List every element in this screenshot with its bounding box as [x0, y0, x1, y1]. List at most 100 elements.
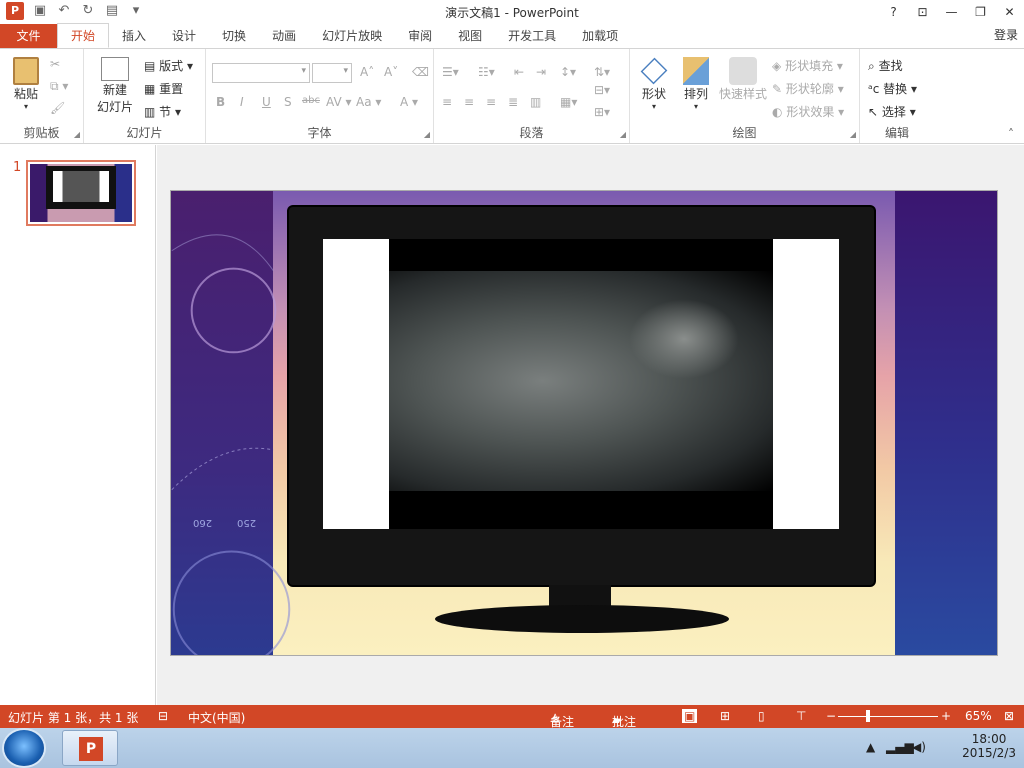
paste-button[interactable]: 粘贴 ▾ [8, 57, 44, 111]
font-name-combo[interactable] [212, 63, 310, 83]
shape-fill-button[interactable]: ◈ 形状填充 ▾ [772, 57, 843, 74]
cloud-video-frame [389, 271, 773, 491]
slide-canvas[interactable]: 260 250 [170, 190, 998, 656]
tab-file[interactable]: 文件 [0, 24, 57, 48]
tab-home[interactable]: 开始 [57, 23, 110, 48]
zoom-out-icon[interactable]: − [826, 709, 836, 723]
zoom-in-icon[interactable]: + [941, 709, 951, 723]
copy-icon[interactable]: ⧉ ▾ [50, 79, 68, 94]
slideshow-view-icon[interactable]: ⊤ [796, 709, 806, 723]
underline-button[interactable]: U [262, 95, 271, 109]
zoom-slider[interactable] [838, 716, 938, 717]
video-screen[interactable] [389, 239, 773, 529]
bold-button[interactable]: B [216, 95, 225, 109]
tray-arrow-icon[interactable]: ▲ [866, 740, 875, 754]
shrink-font-button[interactable]: A˅ [384, 65, 398, 79]
align-text-icon[interactable]: ⊟▾ [594, 83, 610, 97]
align-center-icon[interactable]: ≡ [464, 95, 474, 109]
collapse-ribbon-icon[interactable]: ˄ [1008, 127, 1014, 141]
normal-view-icon[interactable]: ▣ [682, 709, 698, 723]
shapes-icon [640, 57, 668, 85]
distributed-icon[interactable]: ▥ [530, 95, 541, 109]
tab-transitions[interactable]: 切换 [209, 24, 259, 48]
shadow-button[interactable]: S [284, 95, 292, 109]
numbering-icon[interactable]: ☷▾ [478, 65, 495, 79]
taskbar-powerpoint-button[interactable]: P [62, 730, 118, 766]
tab-slideshow[interactable]: 幻灯片放映 [309, 24, 395, 48]
reading-view-icon[interactable]: ▯ [758, 709, 765, 723]
grow-font-button[interactable]: A˄ [360, 65, 374, 79]
slide-sorter-icon[interactable]: ⊞ [720, 709, 730, 723]
new-slide-button[interactable]: 新建 幻灯片 [90, 57, 140, 115]
start-button-icon[interactable] [4, 730, 44, 766]
replace-button[interactable]: ᵃc 替换 ▾ [868, 80, 917, 97]
slide-info: 幻灯片 第 1 张，共 1 张 [8, 711, 139, 725]
tab-view[interactable]: 视图 [445, 24, 495, 48]
monitor-left-white-panel [323, 239, 389, 529]
paste-icon [13, 57, 39, 85]
editing-group-label: 编辑 [884, 126, 909, 140]
volume-icon[interactable]: ◀) [912, 740, 926, 754]
replace-icon: ᵃc [868, 82, 880, 96]
slide-thumbnail[interactable] [26, 160, 136, 226]
spell-check-icon[interactable]: ⊟ [158, 709, 168, 723]
layout-button[interactable]: ▤ 版式 ▾ [144, 57, 193, 74]
character-spacing-button[interactable]: AV ▾ [326, 95, 352, 109]
strikethrough-button[interactable]: abc [302, 95, 320, 106]
reset-button[interactable]: ▦ 重置 [144, 80, 183, 97]
align-left-icon[interactable]: ≡ [442, 95, 452, 109]
select-button[interactable]: ↖ 选择 ▾ [868, 103, 916, 120]
pen-icon: ✎ [772, 82, 783, 96]
monitor-stand-base [435, 605, 729, 633]
language-indicator[interactable]: 中文(中国) [188, 709, 245, 726]
line-spacing-icon[interactable]: ↕▾ [560, 65, 576, 79]
clock-date: 2015/2/3 [962, 746, 1016, 760]
tab-insert[interactable]: 插入 [109, 24, 159, 48]
align-right-icon[interactable]: ≡ [486, 95, 496, 109]
increase-indent-icon[interactable]: ⇥ [536, 65, 546, 79]
restore-icon[interactable]: ❐ [966, 0, 995, 24]
shape-effects-button[interactable]: ◐ 形状效果 ▾ [772, 103, 844, 120]
italic-button[interactable]: I [240, 95, 244, 109]
font-size-combo[interactable] [312, 63, 352, 83]
bullets-icon[interactable]: ☰▾ [442, 65, 459, 79]
shape-outline-button[interactable]: ✎ 形状轮廓 ▾ [772, 80, 844, 97]
close-icon[interactable]: ✕ [995, 0, 1024, 24]
format-painter-icon[interactable]: 🖌 [50, 101, 65, 115]
decrease-indent-icon[interactable]: ⇤ [514, 65, 524, 79]
drawing-launcher-icon[interactable]: ◢ [850, 130, 856, 139]
tab-developer[interactable]: 开发工具 [495, 24, 569, 48]
section-button[interactable]: ▥ 节 ▾ [144, 103, 181, 120]
tray-clock[interactable]: 18:00 2015/2/3 [962, 732, 1016, 760]
tab-animations[interactable]: 动画 [259, 24, 309, 48]
login-link[interactable]: 登录 [994, 26, 1018, 43]
zoom-level[interactable]: 65% [965, 709, 992, 723]
font-color-button[interactable]: A ▾ [400, 95, 418, 109]
minimize-icon[interactable]: — [937, 0, 966, 24]
tab-review[interactable]: 审阅 [395, 24, 445, 48]
windows-taskbar: P ▲ ▂▄▆ ◀) 18:00 2015/2/3 [0, 728, 1024, 768]
font-launcher-icon[interactable]: ◢ [424, 130, 430, 139]
fit-to-window-icon[interactable]: ⊠ [1004, 709, 1014, 723]
clear-formatting-icon[interactable]: ⌫ [412, 65, 429, 79]
smartart-icon[interactable]: ⊞▾ [594, 105, 610, 119]
cut-icon[interactable]: ✂ [50, 57, 60, 71]
help-button[interactable]: ? [879, 0, 908, 24]
paragraph-launcher-icon[interactable]: ◢ [620, 130, 626, 139]
zoom-slider-thumb[interactable] [866, 710, 870, 722]
ribbon-tabs: 文件 开始 插入 设计 切换 动画 幻灯片放映 审阅 视图 开发工具 加载项 [0, 23, 1024, 48]
find-button[interactable]: ⌕ 查找 [868, 57, 903, 74]
arrange-button[interactable]: 排列 ▾ [678, 57, 714, 111]
ribbon-display-options-icon[interactable]: ⊡ [908, 0, 937, 24]
clipboard-launcher-icon[interactable]: ◢ [74, 130, 80, 139]
quick-styles-button[interactable]: 快速样式 [718, 57, 768, 102]
shapes-button[interactable]: 形状 ▾ [636, 57, 672, 111]
network-icon[interactable]: ▂▄▆ [886, 740, 914, 754]
tab-addins[interactable]: 加载项 [569, 24, 631, 48]
justify-icon[interactable]: ≣ [508, 95, 518, 109]
text-direction-icon[interactable]: ⇅▾ [594, 65, 610, 79]
tab-design[interactable]: 设计 [159, 24, 209, 48]
columns-icon[interactable]: ▦▾ [560, 95, 577, 109]
slide-tick-label: 250 [237, 517, 257, 528]
change-case-button[interactable]: Aa ▾ [356, 95, 381, 109]
